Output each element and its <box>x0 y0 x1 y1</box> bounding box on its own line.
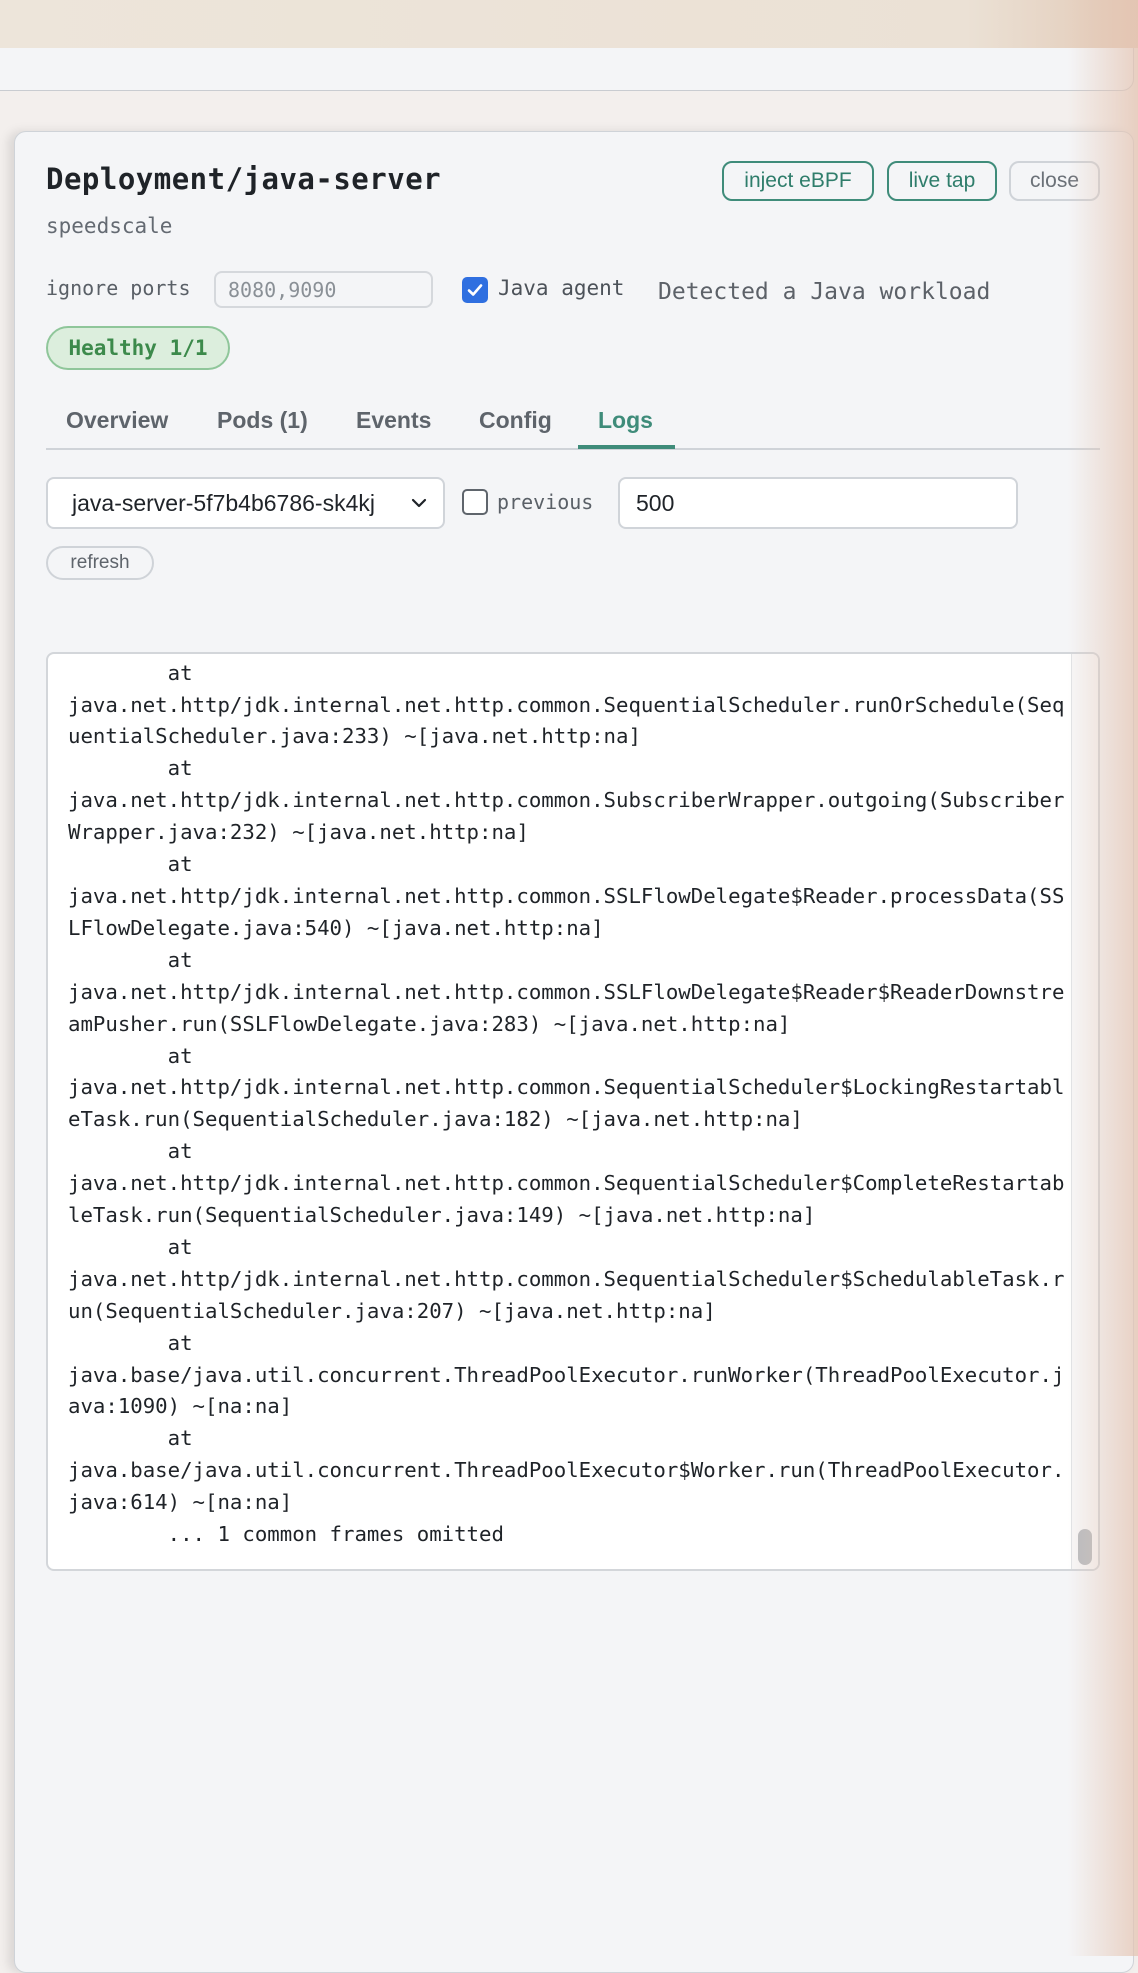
ignore-ports-input[interactable]: 8080,9090 <box>214 271 433 308</box>
java-agent-checkbox[interactable] <box>462 277 488 303</box>
background-panel <box>0 48 1134 91</box>
log-scrollbar[interactable] <box>1071 654 1098 1569</box>
active-tab-indicator <box>578 445 675 449</box>
inject-ebpf-button[interactable]: inject eBPF <box>722 161 874 201</box>
previous-checkbox[interactable] <box>462 489 488 515</box>
tabs-divider <box>46 448 1100 450</box>
detected-workload-text: Detected a Java workload <box>658 279 991 305</box>
live-tap-button[interactable]: live tap <box>887 161 997 201</box>
namespace-label: speedscale <box>46 214 173 238</box>
pod-select-value: java-server-5f7b4b6786-sk4kj <box>72 489 375 516</box>
page-title: Deployment/java-server <box>46 162 442 196</box>
chevron-down-icon <box>411 498 427 508</box>
tab-config[interactable]: Config <box>479 407 552 434</box>
ignore-ports-label: ignore ports <box>46 276 191 300</box>
log-output: at java.net.http/jdk.internal.net.http.c… <box>68 660 1065 1547</box>
scrollbar-thumb[interactable] <box>1078 1529 1092 1565</box>
refresh-button[interactable]: refresh <box>46 546 154 580</box>
app-header-strip <box>0 0 1138 48</box>
close-button[interactable]: close <box>1009 161 1100 201</box>
tab-overview[interactable]: Overview <box>66 407 168 434</box>
checkmark-icon <box>467 284 483 296</box>
tab-pods[interactable]: Pods (1) <box>217 407 308 434</box>
health-status-badge: Healthy 1/1 <box>46 326 230 370</box>
previous-label: previous <box>497 490 594 514</box>
java-agent-label: Java agent <box>498 276 625 300</box>
tail-lines-input[interactable]: 500 <box>618 477 1018 529</box>
pod-select[interactable]: java-server-5f7b4b6786-sk4kj <box>46 477 445 529</box>
tab-events[interactable]: Events <box>356 407 431 434</box>
tab-logs[interactable]: Logs <box>598 407 653 434</box>
log-viewer[interactable]: at java.net.http/jdk.internal.net.http.c… <box>46 652 1100 1571</box>
